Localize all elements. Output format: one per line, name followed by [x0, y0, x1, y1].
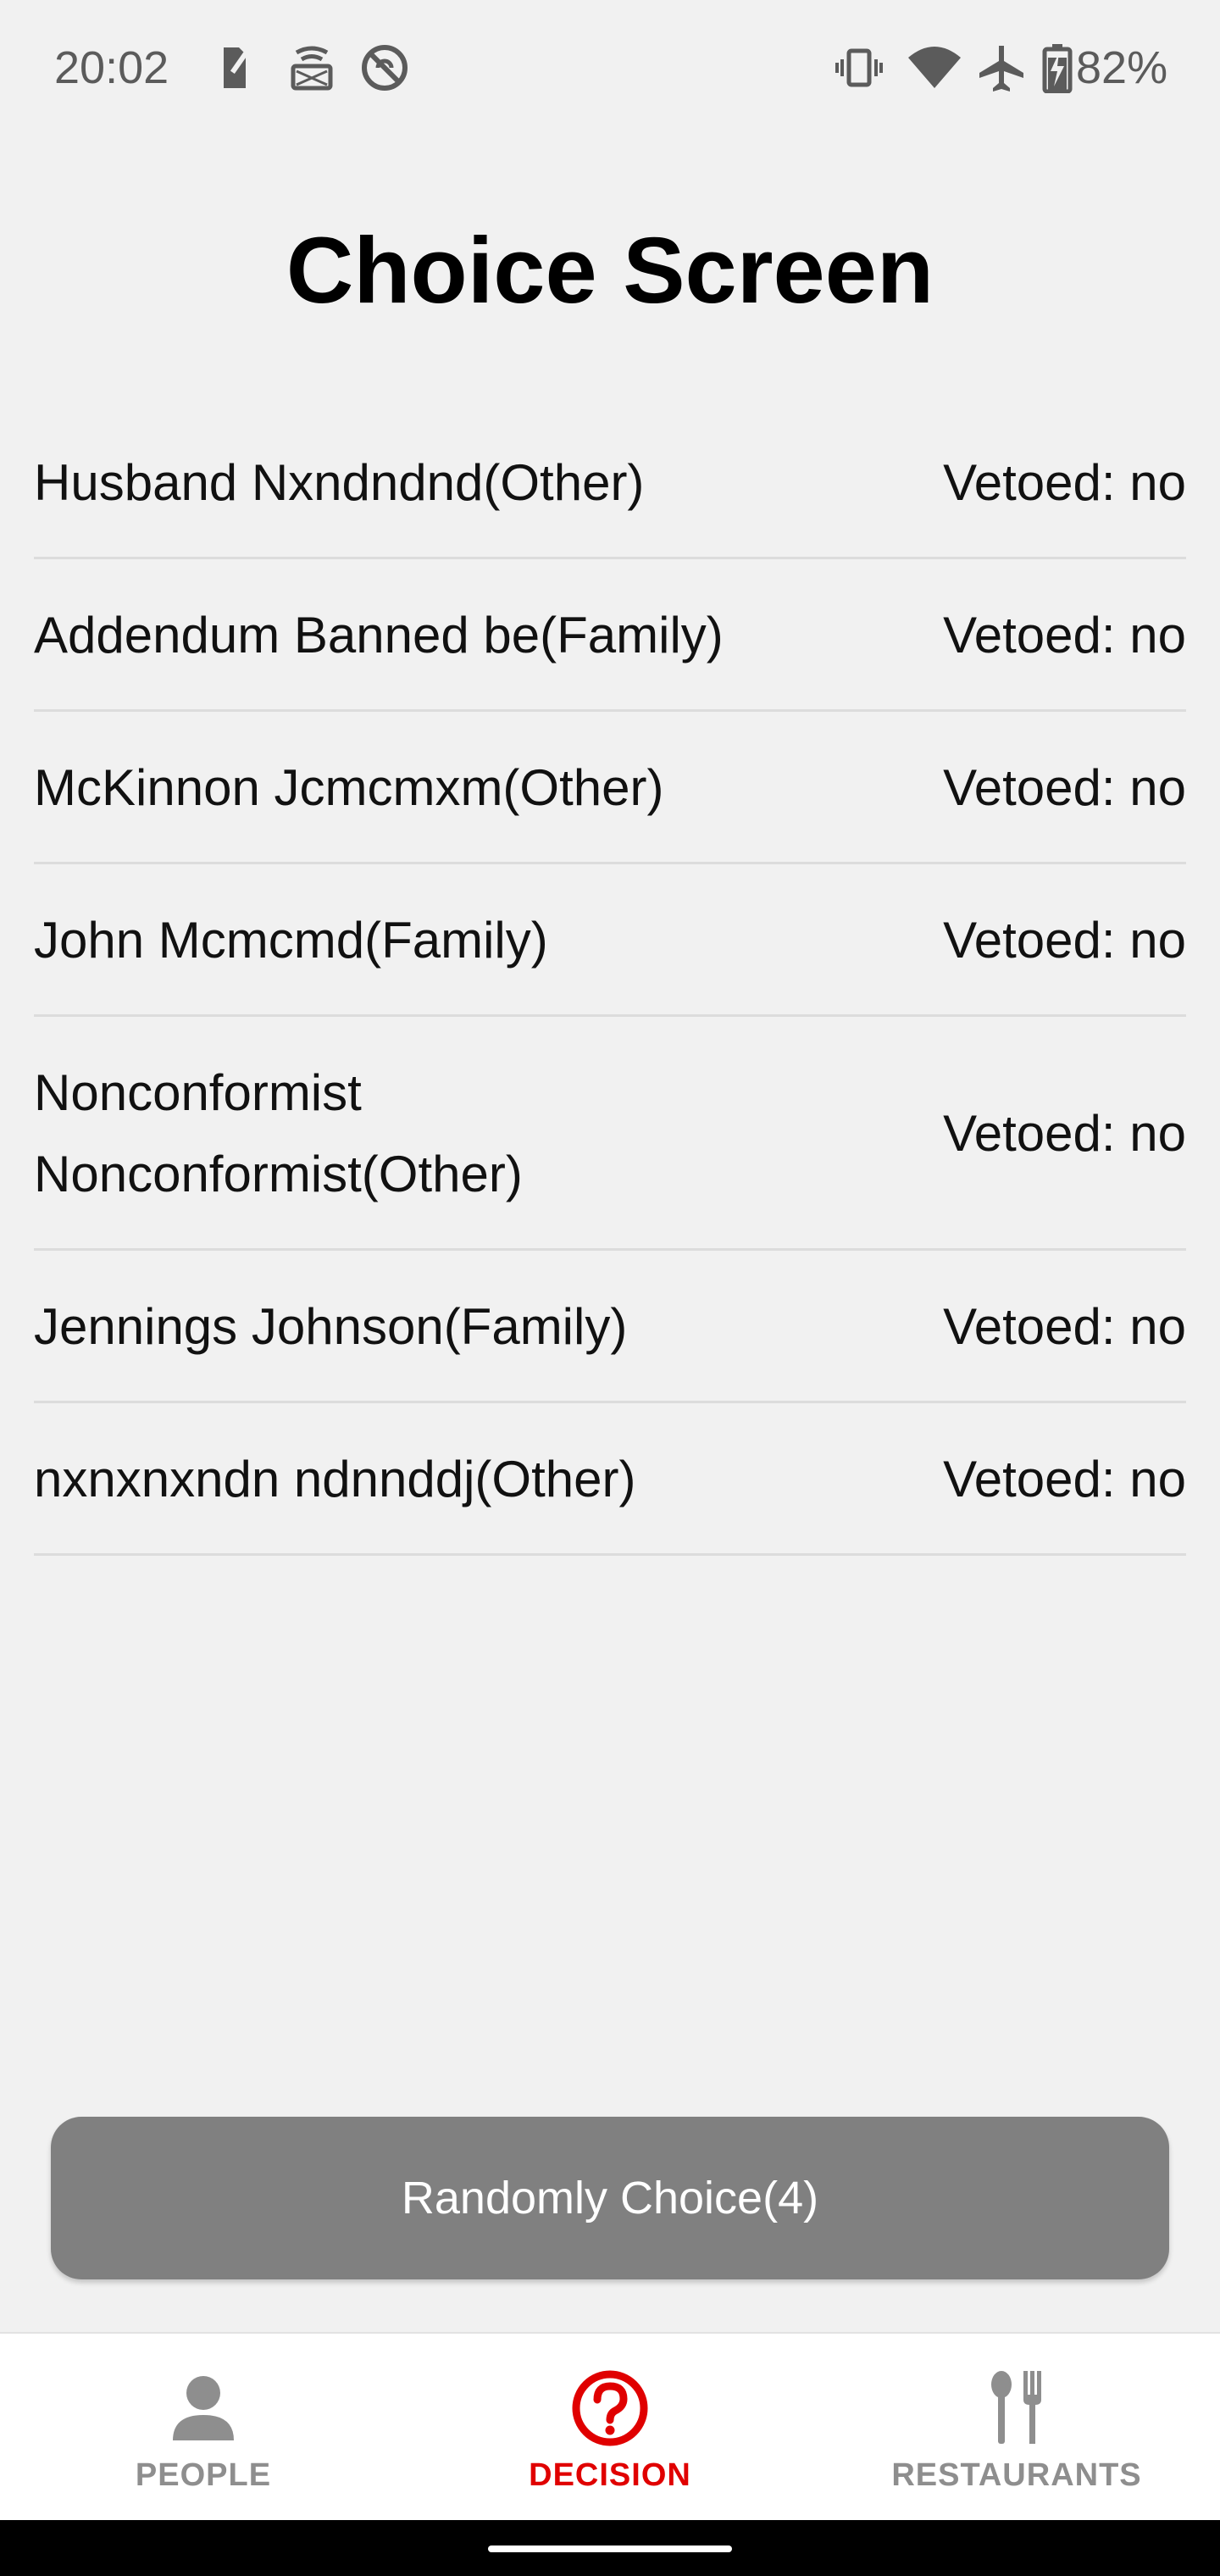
- person-name: McKinnon Jcmcmxm(Other): [34, 759, 664, 816]
- person-name: Husband Nxndndnd(Other): [34, 454, 645, 511]
- cast-icon: [291, 46, 333, 91]
- person-name-line-2: Nonconformist(Other): [34, 1146, 523, 1202]
- app-screen: 20:02 82% Choice Screen Husband Nxndndnd…: [0, 0, 1220, 2576]
- veto-status: Vetoed: no: [943, 912, 1186, 969]
- person-name-line-1: Nonconformist: [34, 1064, 362, 1121]
- list-item[interactable]: Husband Nxndndnd(Other) Vetoed: no: [34, 407, 1186, 559]
- nav-label-people: PEOPLE: [135, 2457, 272, 2493]
- vibrate-icon: [835, 48, 883, 87]
- list-item[interactable]: Jennings Johnson(Family) Vetoed: no: [34, 1251, 1186, 1403]
- veto-status: Vetoed: no: [943, 1298, 1186, 1355]
- nav-label-decision: DECISION: [529, 2457, 691, 2493]
- list-item[interactable]: McKinnon Jcmcmxm(Other) Vetoed: no: [34, 712, 1186, 864]
- veto-status: Vetoed: no: [943, 1105, 1186, 1162]
- person-icon: [173, 2376, 234, 2440]
- random-choice-label: Randomly Choice(4): [401, 2173, 819, 2223]
- status-time: 20:02: [54, 42, 169, 93]
- person-name: Jennings Johnson(Family): [34, 1298, 628, 1355]
- nav-label-restaurants: RESTAURANTS: [891, 2457, 1142, 2493]
- system-navigation-bar: [0, 2520, 1220, 2576]
- veto-status: Vetoed: no: [943, 1451, 1186, 1507]
- person-name: John Mcmcmd(Family): [34, 912, 548, 969]
- nav-item-people[interactable]: PEOPLE: [0, 2334, 407, 2522]
- veto-status: Vetoed: no: [943, 454, 1186, 511]
- status-bar: 20:02 82%: [0, 0, 1220, 136]
- person-name: nxnxnxndn ndnnddj(Other): [34, 1451, 636, 1507]
- list-item[interactable]: Addendum Banned be(Family) Vetoed: no: [34, 559, 1186, 712]
- veto-status: Vetoed: no: [943, 759, 1186, 816]
- list-item[interactable]: John Mcmcmd(Family) Vetoed: no: [34, 864, 1186, 1017]
- list-item[interactable]: Nonconformist Nonconformist(Other) Vetoe…: [34, 1017, 1186, 1251]
- nav-item-restaurants[interactable]: RESTAURANTS: [813, 2334, 1220, 2522]
- page-title: Choice Screen: [286, 219, 934, 323]
- home-gesture-handle[interactable]: [488, 2545, 732, 2552]
- battery-charging-icon: [1042, 44, 1073, 93]
- airplane-icon: [979, 46, 1023, 92]
- bottom-navigation: PEOPLE DECISION RESTAURANTS: [0, 2332, 1220, 2522]
- nav-item-decision[interactable]: DECISION: [407, 2334, 813, 2522]
- person-name: Addendum Banned be(Family): [34, 607, 724, 663]
- random-choice-button[interactable]: Randomly Choice(4): [51, 2117, 1169, 2279]
- list-item[interactable]: nxnxnxndn ndnnddj(Other) Vetoed: no: [34, 1403, 1186, 1556]
- veto-status: Vetoed: no: [943, 607, 1186, 663]
- sim-card-icon: [224, 47, 250, 88]
- wifi-icon: [908, 47, 961, 88]
- question-circle-icon: [572, 2370, 648, 2446]
- battery-percentage: 82%: [1076, 42, 1168, 93]
- person-list: Husband Nxndndnd(Other) Vetoed: no Adden…: [34, 407, 1186, 1556]
- do-not-disturb-icon: [362, 45, 408, 91]
- fork-spoon-icon: [991, 2371, 1041, 2444]
